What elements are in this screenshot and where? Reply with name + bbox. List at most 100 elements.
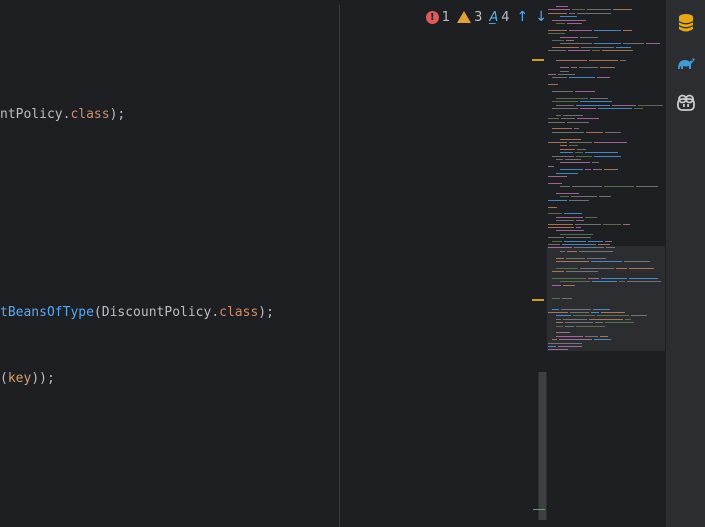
minimap-code-line [552,46,579,48]
minimap-code-line [562,244,596,245]
minimap-code-line [552,91,573,92]
minimap-code-line [587,9,611,11]
minimap-code-line [560,70,569,72]
warnings-counter[interactable]: 3 [457,10,482,25]
code-line-3[interactable]: (key)); [0,371,55,386]
minimap-code-line [602,50,633,52]
minimap-code-line [558,74,575,75]
minimap-code-line [552,284,561,286]
minimap-code-line [560,169,583,171]
arrow-down-icon[interactable]: ↓ [535,9,547,25]
minimap-code-line [566,40,574,41]
code-token: ( [0,371,8,386]
change-marker[interactable] [533,509,545,510]
gradle-icon[interactable] [675,52,697,74]
minimap-code-line [580,267,614,269]
minimap-code-line [576,104,610,106]
minimap-code-line [556,230,584,232]
code-minimap[interactable] [547,0,665,527]
minimap-code-line [560,196,569,198]
minimap-code-line [574,128,579,130]
minimap-code-line [564,240,586,242]
warning-marker[interactable] [532,59,544,61]
code-editor[interactable]: ntPolicy.class); tBeansOfType(DiscountPo… [0,0,340,527]
minimap-code-line [569,145,578,147]
minimap-code-line [556,267,578,269]
minimap-code-line [556,23,565,24]
minimap-code-line [585,152,618,154]
minimap-code-line [598,244,610,245]
arrow-up-icon[interactable]: ↑ [517,9,529,25]
minimap-code-line [561,308,591,310]
minimap-code-line [592,50,600,52]
minimap-code-line [571,67,577,69]
copilot-icon[interactable] [675,92,697,114]
minimap-code-line [548,227,574,228]
minimap-code-line [548,312,568,313]
database-icon[interactable] [675,12,697,34]
minimap-code-line [556,104,574,106]
minimap-code-line [570,312,589,313]
minimap-code-line [600,335,608,337]
minimap-code-line [599,196,611,198]
minimap-code-line [594,43,621,45]
minimap-code-line [589,60,618,62]
minimap-code-line [597,77,610,79]
minimap-code-line [631,315,647,317]
code-line-2[interactable]: tBeansOfType(DiscountPolicy.class); [0,305,274,320]
code-class: DiscountPolicy [101,305,212,320]
minimap-code-line [556,6,568,7]
typos-counter[interactable]: A̲ 4 [489,10,509,25]
minimap-code-line [636,186,658,188]
minimap-code-line [556,322,563,324]
minimap-code-line [597,315,629,317]
minimap-code-line [556,261,589,262]
minimap-code-line [552,240,562,242]
errors-counter[interactable]: ! 1 [425,9,451,25]
minimap-code-line [560,250,565,252]
minimap-code-line [627,281,661,283]
minimap-code-line [548,118,559,120]
minimap-code-line [556,315,571,317]
minimap-code-line [563,114,583,116]
code-token: )); [31,371,55,386]
minimap-code-line [548,237,564,239]
minimap-code-line [585,335,598,337]
minimap-code-line [575,152,583,154]
minimap-code-line [560,145,567,147]
minimap-code-line [592,162,599,164]
minimap-code-line [580,36,598,38]
minimap-code-line [560,148,575,150]
minimap-code-line [580,101,612,103]
minimap-code-line [560,138,581,140]
minimap-code-line [548,165,554,167]
minimap-code-line [575,91,595,92]
minimap-code-line [576,227,581,228]
minimap-code-line [623,29,632,31]
minimap-code-line [594,142,627,143]
code-token: ); [109,107,126,122]
minimap-code-line [604,169,618,171]
error-icon: ! [425,10,439,24]
code-line-1[interactable]: ntPolicy.class); [0,107,125,122]
minimap-code-line [569,199,589,201]
minimap-code-line [548,12,567,14]
minimap-code-line [548,50,566,52]
minimap-code-line [594,29,621,31]
warning-marker[interactable] [532,299,544,301]
minimap-code-line [548,142,567,143]
minimap-code-line [556,220,574,222]
minimap-code-line [576,155,592,157]
minimap-code-line [556,193,579,194]
minimap-code-line [575,223,601,225]
errors-count: 1 [441,9,451,25]
minimap-code-line [588,240,603,242]
minimap-code-line [560,16,577,18]
inspections-widget[interactable]: ! 1 3 A̲ 4 ↑ ↓ [340,0,556,34]
minimap-code-line [576,325,605,327]
scrollbar-thumb[interactable] [539,372,546,520]
typo-icon: A̲ [489,9,499,25]
minimap-code-line [586,131,603,133]
minimap-code-line [563,284,575,286]
minimap-code-line [629,278,658,279]
